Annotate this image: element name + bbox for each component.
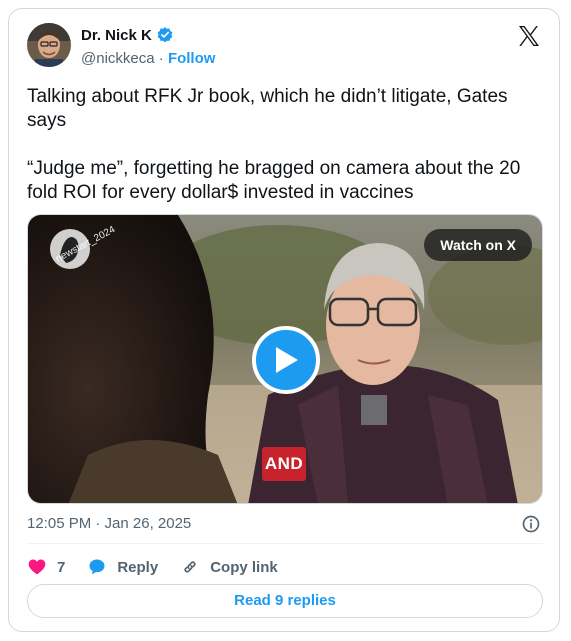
link-icon	[184, 561, 196, 573]
like-count: 7	[57, 558, 66, 576]
follow-button[interactable]: Follow	[168, 50, 216, 67]
tweet-card: Dr. Nick K @nickkeca · Follow Talking ab…	[8, 8, 560, 632]
read-replies-button[interactable]: Read 9 replies	[27, 584, 543, 618]
handle-row: @nickkeca · Follow	[81, 50, 215, 67]
heart-icon	[28, 559, 46, 575]
reply-button[interactable]: Reply	[87, 557, 158, 577]
verified-badge-icon	[156, 26, 174, 44]
channel-logo: AND	[262, 447, 306, 481]
author-name-row: Dr. Nick K	[81, 26, 174, 44]
separator-dot: ·	[158, 50, 164, 67]
copy-link-label: Copy link	[210, 558, 278, 576]
avatar[interactable]	[27, 23, 71, 67]
watch-on-x-button[interactable]: Watch on X	[424, 229, 532, 261]
author-name[interactable]: Dr. Nick K	[81, 27, 152, 44]
copy-link-button[interactable]: Copy link	[180, 557, 278, 577]
watermark-logo: newstart_2024	[42, 224, 117, 281]
tweet-text: Talking about RFK Jr book, which he didn…	[27, 86, 521, 203]
divider	[27, 543, 543, 544]
author-handle[interactable]: @nickkeca	[81, 50, 155, 67]
like-button[interactable]: 7	[27, 557, 65, 577]
play-button[interactable]	[252, 326, 320, 394]
reply-icon	[89, 559, 105, 575]
info-icon[interactable]	[521, 514, 541, 534]
x-logo-icon[interactable]	[517, 24, 541, 48]
video-player[interactable]: newstart_2024 Watch on X AND	[27, 214, 543, 504]
play-icon	[276, 347, 298, 373]
reply-label: Reply	[117, 558, 159, 576]
timestamp[interactable]: 12:05 PM · Jan 26, 2025	[27, 515, 191, 532]
action-bar: 7 Reply Copy link	[27, 554, 300, 580]
